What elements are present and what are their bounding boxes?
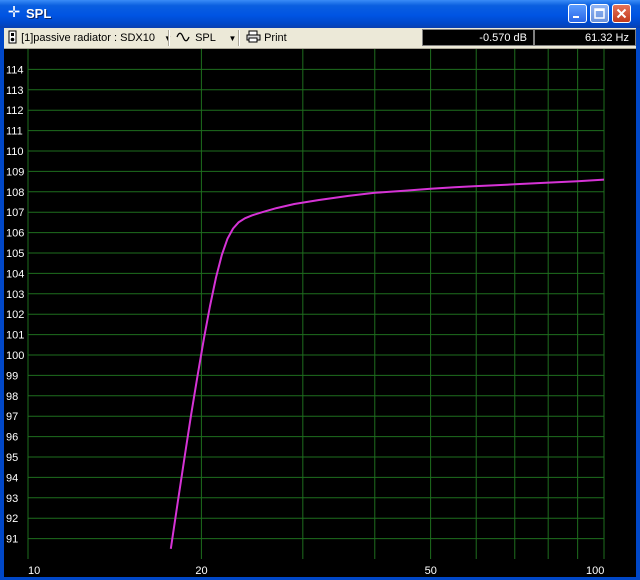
maximize-button[interactable] — [590, 4, 609, 23]
x-tick-label: 20 — [195, 565, 207, 577]
toolbar-divider — [238, 30, 240, 46]
project-selector[interactable]: [1]passive radiator : SDX10 ▼ — [8, 28, 172, 48]
y-tick-label: 106 — [6, 228, 24, 240]
window-frame-right — [636, 28, 640, 580]
x-tick-label: 100 — [586, 565, 604, 577]
crosshair-icon: ✛ — [7, 4, 21, 21]
window-title: SPL — [26, 6, 52, 21]
y-tick-label: 103 — [6, 289, 24, 301]
spl-window: ✛ SPL [1]passive radiator : SDX10 ▼ SPL … — [0, 0, 640, 580]
y-tick-label: 109 — [6, 166, 24, 178]
y-tick-label: 94 — [6, 472, 18, 484]
y-tick-label: 92 — [6, 513, 18, 525]
y-tick-label: 95 — [6, 452, 18, 464]
view-selector-label: SPL — [195, 32, 216, 44]
y-tick-label: 104 — [6, 268, 24, 280]
x-tick-label: 10 — [28, 565, 40, 577]
db-readout: -0.570 dB — [422, 29, 534, 46]
close-icon — [616, 8, 627, 19]
frequency-readout: 61.32 Hz — [534, 29, 636, 46]
maximize-icon — [594, 8, 605, 19]
y-tick-label: 93 — [6, 493, 18, 505]
y-tick-label: 101 — [6, 330, 24, 342]
close-button[interactable] — [612, 4, 631, 23]
toolbar-divider — [168, 30, 170, 46]
print-button[interactable]: Print — [246, 28, 287, 48]
y-tick-label: 105 — [6, 248, 24, 260]
project-selector-label: [1]passive radiator : SDX10 — [21, 32, 155, 44]
y-tick-label: 96 — [6, 432, 18, 444]
y-tick-label: 98 — [6, 391, 18, 403]
y-tick-label: 97 — [6, 411, 18, 423]
printer-icon — [246, 30, 261, 43]
minimize-icon — [573, 16, 579, 18]
toolbar: [1]passive radiator : SDX10 ▼ SPL ▼ Prin… — [4, 28, 636, 49]
y-tick-label: 107 — [6, 207, 24, 219]
view-selector[interactable]: SPL ▼ — [176, 28, 236, 48]
minimize-button[interactable] — [568, 4, 587, 23]
sine-wave-icon — [176, 32, 190, 42]
y-tick-label: 113 — [6, 85, 24, 97]
y-tick-label: 110 — [6, 146, 24, 158]
spl-chart[interactable]: 91 92 93 94 95 96 97 98 99 100 101 102 103 104 105 106 1… — [4, 49, 636, 577]
x-tick-label: 50 — [425, 565, 437, 577]
y-tick-label: 108 — [6, 187, 24, 199]
y-tick-label: 102 — [6, 309, 24, 321]
y-tick-label: 99 — [6, 370, 18, 382]
title-bar[interactable]: ✛ SPL — [0, 0, 640, 28]
speaker-icon — [8, 30, 17, 44]
y-tick-label: 112 — [6, 105, 24, 117]
y-tick-label: 111 — [6, 126, 23, 138]
y-tick-label: 114 — [6, 64, 24, 76]
y-tick-label: 100 — [6, 350, 24, 362]
chevron-down-icon: ▼ — [228, 34, 237, 43]
y-tick-label: 91 — [6, 534, 18, 546]
print-label: Print — [264, 32, 287, 44]
